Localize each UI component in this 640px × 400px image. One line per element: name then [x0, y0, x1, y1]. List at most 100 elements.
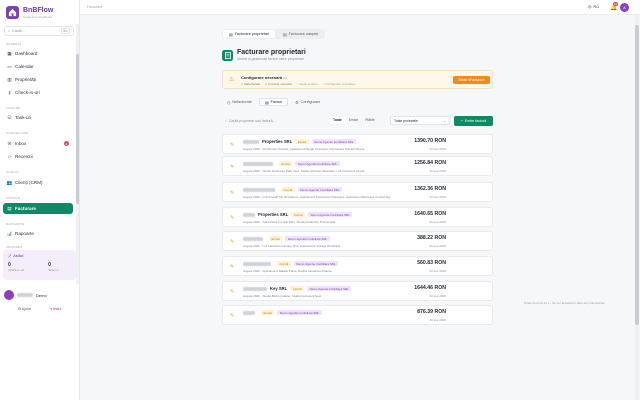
invoice-card[interactable]: ✎ Emisă Demo Agentie Imobiliara SRL August … [222, 156, 493, 176]
edit-icon[interactable]: ✎ [230, 313, 234, 319]
agency-badge: Demo Agentie Imobiliara SRL [293, 261, 339, 266]
tab-owner-invoicing[interactable]: ▤ Facturare proprietari [223, 30, 275, 38]
sidebar-item-properties[interactable]: ▥ Proprietăți [3, 74, 73, 85]
button-label: Emite factură [464, 119, 487, 123]
sidebar-item-tasks[interactable]: ☑ Task-uri [3, 112, 73, 123]
sidebar-item-reports[interactable]: 📊 Rapoarte [3, 228, 73, 239]
project-select[interactable]: Toate proiectele ⌄ [390, 116, 450, 125]
invoice-search-input[interactable]: ⌕ Caută proprietar sau factură... [225, 117, 325, 125]
invoice-owner-name: Emisă Demo Agentie Imobiliara SRL [243, 236, 330, 241]
grid-icon: ▦ [7, 50, 12, 56]
invoice-owner-name: Ciornă Demo Agentie Imobiliara SRL [243, 261, 339, 266]
sidebar-search-input[interactable]: ⌕ Caută... ⌘K [4, 26, 74, 36]
shortcut-badge: ⌘K [60, 28, 70, 34]
tab-label: Facturare proprietari [234, 32, 269, 36]
invoice-card[interactable]: ✎ Ciornă Demo Agentie Imobiliara SRL August… [222, 182, 493, 202]
invoice-date: 30 sep 2026 [429, 244, 446, 248]
check-owners: ○ Configurare proprietari [322, 82, 356, 86]
brand-name: BnBFlow [23, 6, 54, 14]
user-profile[interactable]: Demo [4, 290, 47, 300]
select-value: Toate proiectele [394, 118, 418, 123]
invoice-card[interactable]: ✎ Properties SRL Emisă Demo Agentie Imobili… [222, 134, 493, 154]
invoice-card[interactable]: ✎ Emisă Demo Agentie Imobiliara SRL August … [222, 231, 493, 251]
sidebar-item-dashboard[interactable]: ▦ Dashboard [3, 48, 73, 59]
invoice-amount: 560.83 RON [417, 260, 446, 266]
invoice-amount: 1644.46 RON [414, 285, 446, 291]
status-badge: Emisă [279, 161, 293, 166]
check-series: ○ Seriei emitere [296, 82, 318, 86]
brand-subtitle: Conducere Rezidenta [23, 14, 53, 19]
status-badge: Emisă [269, 236, 283, 241]
issue-invoice-button[interactable]: + Emite factură [454, 116, 493, 126]
redacted-text [243, 286, 267, 291]
sidebar-search-placeholder: Caută... [12, 29, 25, 33]
tab-uninvoiced[interactable]: ◷ Nefacturate [222, 98, 257, 106]
notifications-button[interactable]: 🔔 10 [610, 2, 618, 11]
edit-icon[interactable]: ✎ [230, 164, 234, 170]
main-scrollbar[interactable] [635, 15, 639, 400]
language-switch[interactable]: ◎ RO [588, 4, 600, 10]
tab-label: Facturare oaspeți [288, 32, 319, 36]
edit-icon[interactable]: ✎ [230, 142, 234, 148]
einvoice-settings-button[interactable]: Setări eFacturare [453, 76, 490, 84]
key-icon: ⚷ [7, 89, 12, 95]
invoice-card[interactable]: ✎ Properties SRL Ciornă Demo Agentie Imobil… [222, 207, 493, 227]
document-icon: ▤ [229, 32, 233, 37]
invoice-toolbar: ⌕ Caută proprietar sau factură... Toate E… [222, 116, 493, 126]
filter-paid[interactable]: Plătite [362, 117, 377, 123]
edit-icon[interactable]: ✎ [230, 264, 234, 270]
filter-all[interactable]: Toate [330, 117, 345, 123]
sidebar-item-crm[interactable]: 👥 Clienți (CRM) [3, 177, 73, 188]
invoice-card[interactable]: ✎ Ciornă Demo Agentie Imobiliara SRL August… [222, 256, 493, 276]
sidebar-item-label: Dashboard [15, 51, 38, 56]
building-icon: ▥ [7, 76, 12, 82]
brand[interactable]: BnBFlow Conducere Rezidenta [6, 6, 53, 19]
trend-icon: ↗ [8, 254, 12, 258]
user-name: Demo [36, 292, 47, 298]
inbox-icon: ✉ [7, 140, 12, 146]
sidebar-scrollbar[interactable] [76, 24, 79, 284]
check-label: Seriei emitere [299, 82, 318, 86]
invoice-meta: August 2026 · Loft Herastrau Unique One,… [243, 244, 341, 248]
agency-badge: Demo Agentie Imobiliara SRL [295, 161, 340, 166]
edit-icon[interactable]: ✎ [230, 289, 234, 295]
sidebar-item-invoices[interactable]: ▤ Facturare [3, 203, 73, 214]
owner-name-text: Properties SRL [262, 139, 293, 144]
invoice-date: 30 sep 2026 [429, 147, 446, 151]
invoice-icon: ▤ [7, 205, 12, 211]
language-label: RO [593, 4, 600, 9]
chart-icon: 📊 [6, 230, 13, 236]
edit-icon[interactable]: ✎ [230, 239, 234, 245]
user-avatar-button[interactable]: A [620, 3, 629, 12]
invoice-meta: August 2026 · Apartament Natalie Plaza, … [243, 269, 332, 273]
section-finance: FINANȚE [6, 196, 21, 200]
gear-icon: ⚙ [295, 100, 299, 105]
tab-guest-invoicing[interactable]: ▤ Facturare oaspeți [277, 30, 324, 38]
status-filters: Toate Emise Plătite [330, 117, 378, 123]
sidebar-item-checkin[interactable]: ⚷ Check-in-uri [3, 87, 73, 98]
help-link[interactable]: ⚙ Ajutor [18, 307, 31, 311]
invoice-card[interactable]: ✎ Emisă Demo Agentie Imobiliara SRL 876.39 … [222, 305, 493, 325]
logout-link[interactable]: ⇥ Ieșire [49, 307, 61, 311]
invoice-meta: August 2026 · Penthouse Victoriei, Apart… [243, 147, 365, 151]
sidebar-item-inbox[interactable]: ✉ Inbox 4 [3, 138, 73, 149]
edit-icon[interactable]: ✎ [230, 190, 234, 196]
tab-invoices[interactable]: ▤ Facturi [258, 98, 289, 106]
redacted-text [243, 310, 255, 315]
sidebar-item-reviews[interactable]: ☆ Recenzii [3, 151, 73, 162]
section-reports: RAPOARTE [6, 222, 25, 226]
edit-icon[interactable]: ✎ [230, 215, 234, 221]
invoice-subtabs: ◷ Nefacturate ▤ Facturi ⚙ Configurare [222, 98, 325, 106]
filter-issued[interactable]: Emise [346, 117, 361, 123]
redacted-text [243, 212, 255, 217]
sidebar-item-label: Task-uri [15, 115, 32, 120]
check-label: Furnizor conectat [268, 82, 292, 86]
tab-configuration[interactable]: ⚙ Configurare [290, 98, 325, 106]
checkins-label: Check-in-uri [8, 268, 25, 272]
invoice-card[interactable]: ✎ Key SRL Ciornă Demo Agentie Imobiliara SR… [222, 281, 493, 301]
agency-badge: Demo Agentie Imobiliara SRL [285, 236, 330, 241]
topbar: Facturare ◎ RO 🔔 10 A [80, 0, 640, 15]
section-tasks: TASKURI [6, 106, 21, 110]
sidebar-item-calendar[interactable]: ▭ Calendar [3, 61, 73, 72]
invoice-owner-name: Emisă Demo Agentie Imobiliara SRL [243, 310, 322, 315]
